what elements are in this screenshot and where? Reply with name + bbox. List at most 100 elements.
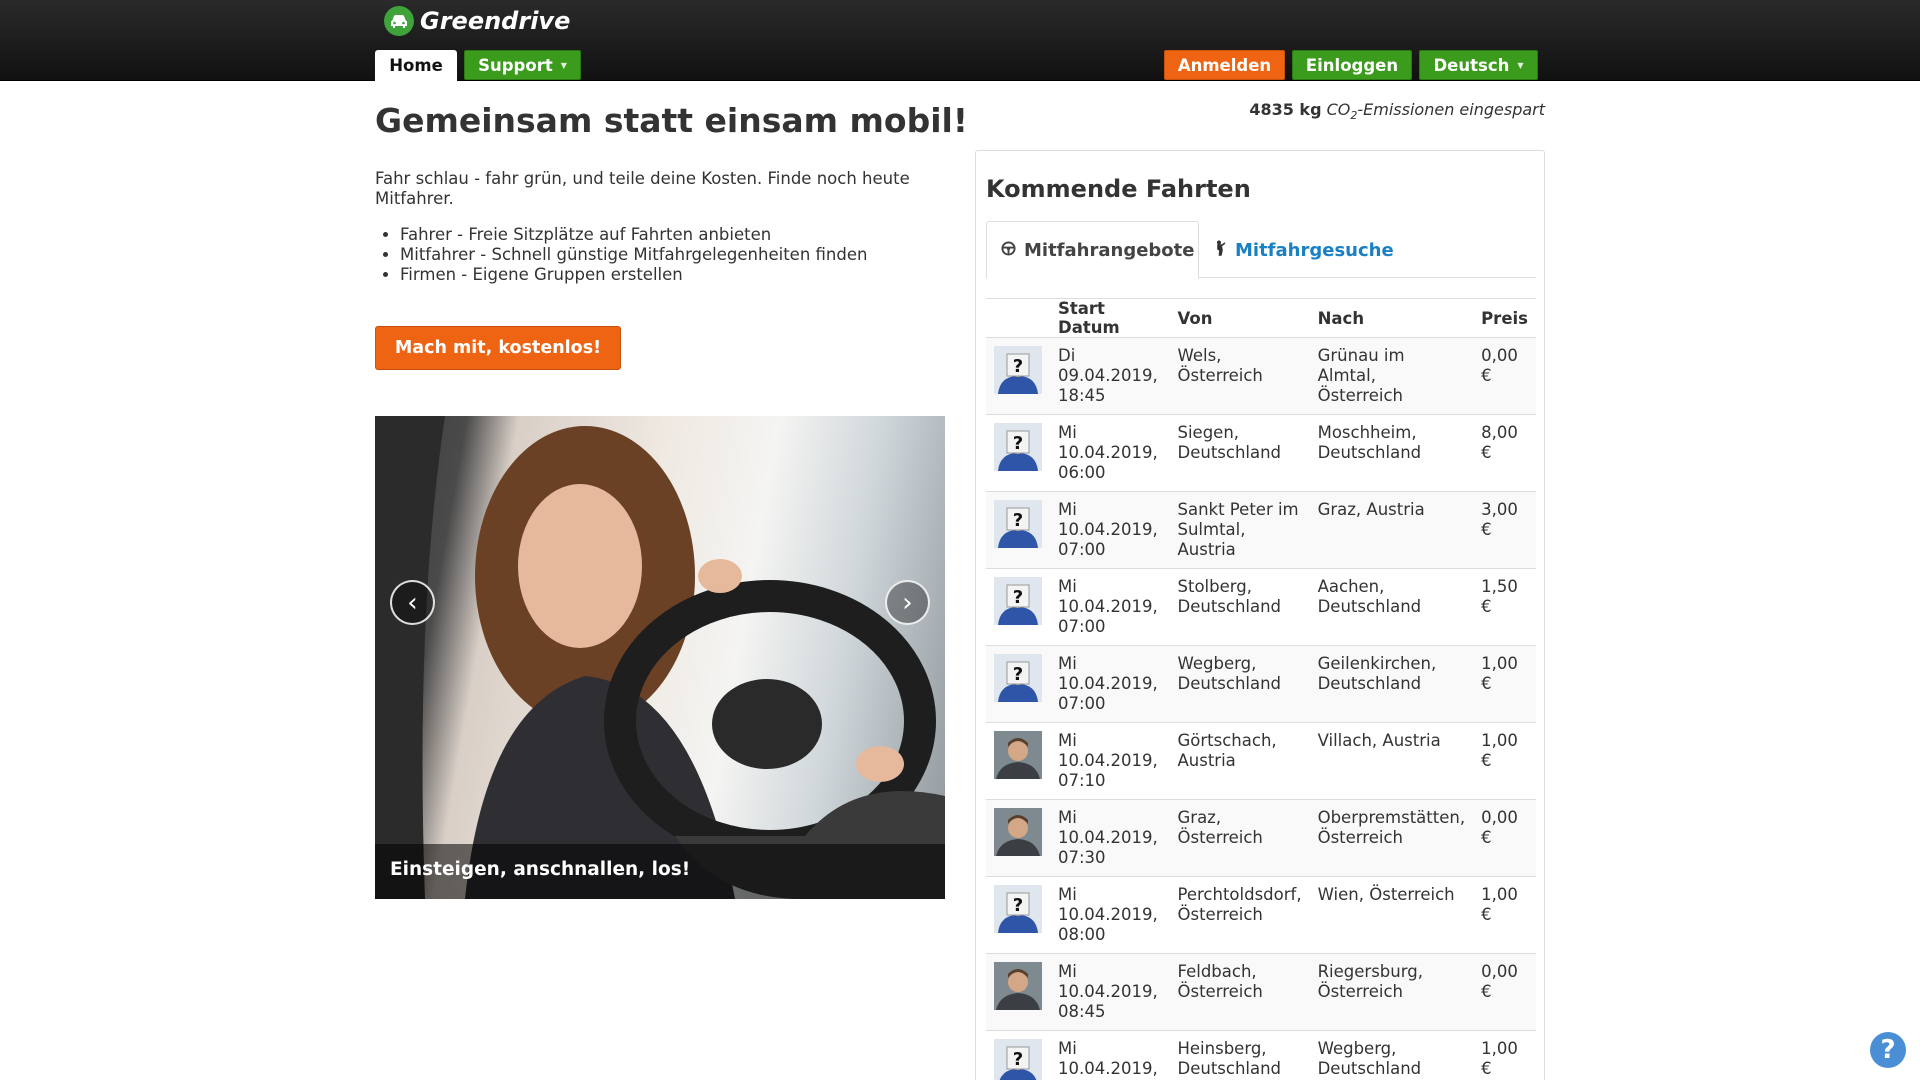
nav-support[interactable]: Support ▼ bbox=[464, 50, 581, 80]
ride-date: Mi 10.04.2019, 08:45 bbox=[1050, 953, 1170, 1031]
image-carousel[interactable]: ‹ › Einsteigen, anschnallen, los! bbox=[375, 416, 945, 899]
table-row[interactable]: Mi 10.04.2019, 07:10 Görtschach, Austria V… bbox=[986, 722, 1536, 800]
ride-to: Aachen, Deutschland bbox=[1309, 568, 1474, 646]
help-button[interactable]: ? bbox=[1870, 1032, 1906, 1068]
nav-support-label: Support bbox=[478, 55, 553, 75]
ride-date: Mi 10.04.2019, 07:00 bbox=[1050, 645, 1170, 723]
brand-name: Greendrive bbox=[420, 7, 571, 35]
avatar[interactable]: ? bbox=[994, 577, 1042, 625]
tab-offers[interactable]: Mitfahrangebote bbox=[986, 221, 1199, 279]
register-button[interactable]: Anmelden bbox=[1164, 50, 1285, 80]
ride-from: Graz, Österreich bbox=[1169, 799, 1310, 877]
table-row[interactable]: Mi 10.04.2019, 08:45 Feldbach, Österreich… bbox=[986, 953, 1536, 1031]
carousel-photo bbox=[375, 416, 945, 899]
avatar[interactable]: ? bbox=[994, 346, 1042, 394]
ride-price: 1,00 € bbox=[1473, 645, 1536, 723]
brand[interactable]: Greendrive bbox=[384, 6, 570, 36]
header-from: Von bbox=[1169, 298, 1310, 338]
ride-from: Perchtoldsdorf, Österreich bbox=[1169, 876, 1310, 954]
ride-tabs: Mitfahrangebote Mitfahrgesuche bbox=[986, 221, 1536, 279]
avatar bbox=[986, 722, 1050, 800]
ride-date: Mi 10.04.2019, bbox=[1050, 1030, 1170, 1080]
intro-text: Fahr schlau - fahr grün, und teile deine… bbox=[375, 169, 910, 208]
avatar: ? bbox=[986, 645, 1050, 723]
avatar[interactable]: ? bbox=[994, 423, 1042, 471]
ride-from: Stolberg, Deutschland bbox=[1169, 568, 1310, 646]
tab-offers-label: Mitfahrangebote bbox=[1024, 239, 1195, 261]
table-row[interactable]: ? Mi 10.04.2019, 07:00 Stolberg, Deutschla… bbox=[986, 568, 1536, 646]
table-row[interactable]: ? Di 09.04.2019, 18:45 Wels, Österreich Grü… bbox=[986, 337, 1536, 415]
avatar: ? bbox=[986, 337, 1050, 415]
steering-wheel-icon bbox=[1001, 240, 1016, 261]
feature-item: Mitfahrer - Schnell günstige Mitfahrgele… bbox=[400, 245, 867, 265]
ride-date: Mi 10.04.2019, 07:00 bbox=[1050, 491, 1170, 569]
ride-date: Mi 10.04.2019, 06:00 bbox=[1050, 414, 1170, 492]
avatar[interactable]: ? bbox=[994, 654, 1042, 702]
svg-text:?: ? bbox=[1013, 433, 1023, 454]
table-row[interactable]: ? Mi 10.04.2019, 07:00 Wegberg, Deutschlan… bbox=[986, 645, 1536, 723]
avatar[interactable]: ? bbox=[994, 1039, 1042, 1080]
rides-table: Start Datum Von Nach Preis ? Di 09.04.201… bbox=[986, 298, 1536, 1080]
tab-requests[interactable]: Mitfahrgesuche bbox=[1199, 221, 1408, 279]
table-row[interactable]: ? Mi 10.04.2019, Heinsberg, Deutschland Weg… bbox=[986, 1030, 1536, 1080]
feature-item: Fahrer - Freie Sitzplätze auf Fahrten an… bbox=[400, 225, 867, 245]
ride-from: Heinsberg, Deutschland bbox=[1169, 1030, 1310, 1080]
ride-to: Wien, Österreich bbox=[1309, 876, 1474, 954]
table-row[interactable]: Mi 10.04.2019, 07:30 Graz, Österreich Ober… bbox=[986, 799, 1536, 877]
ride-from: Siegen, Deutschland bbox=[1169, 414, 1310, 492]
carousel-prev-button[interactable]: ‹ bbox=[390, 580, 435, 625]
avatar[interactable]: ? bbox=[994, 885, 1042, 933]
join-free-button[interactable]: Mach mit, kostenlos! bbox=[375, 326, 621, 370]
ride-to: Riegersburg, Österreich bbox=[1309, 953, 1474, 1031]
co2-prefix: CO bbox=[1326, 100, 1351, 119]
language-select[interactable]: Deutsch ▼ bbox=[1419, 50, 1538, 80]
feature-list: Fahrer - Freie Sitzplätze auf Fahrten an… bbox=[400, 225, 867, 285]
ride-to: Oberpremstätten, Österreich bbox=[1309, 799, 1474, 877]
ride-to: Geilenkirchen, Deutschland bbox=[1309, 645, 1474, 723]
ride-price: 0,00 € bbox=[1473, 337, 1536, 415]
avatar[interactable] bbox=[994, 808, 1042, 856]
header-avatar bbox=[986, 298, 1050, 338]
hitchhiker-icon bbox=[1213, 240, 1227, 261]
table-row[interactable]: ? Mi 10.04.2019, 08:00 Perchtoldsdorf, Öst… bbox=[986, 876, 1536, 954]
caret-down-icon: ▼ bbox=[1517, 60, 1524, 70]
table-row[interactable]: ? Mi 10.04.2019, 06:00 Siegen, Deutschland… bbox=[986, 414, 1536, 492]
avatar bbox=[986, 799, 1050, 877]
avatar[interactable]: ? bbox=[994, 500, 1042, 548]
header-price: Preis bbox=[1473, 298, 1536, 338]
ride-date: Di 09.04.2019, 18:45 bbox=[1050, 337, 1170, 415]
nav-home[interactable]: Home bbox=[375, 50, 457, 81]
avatar: ? bbox=[986, 491, 1050, 569]
co2-value: 4835 kg bbox=[1249, 100, 1322, 119]
top-navbar: Greendrive Home Support ▼ Anmelden Einlo… bbox=[0, 0, 1920, 81]
ride-from: Görtschach, Austria bbox=[1169, 722, 1310, 800]
carousel-next-button[interactable]: › bbox=[885, 580, 930, 625]
svg-text:?: ? bbox=[1013, 1049, 1023, 1070]
svg-text:?: ? bbox=[1013, 510, 1023, 531]
car-icon bbox=[384, 6, 414, 36]
ride-to: Graz, Austria bbox=[1309, 491, 1474, 569]
ride-date: Mi 10.04.2019, 07:10 bbox=[1050, 722, 1170, 800]
ride-date: Mi 10.04.2019, 07:30 bbox=[1050, 799, 1170, 877]
table-header-row: Start Datum Von Nach Preis bbox=[986, 298, 1536, 338]
svg-text:?: ? bbox=[1013, 587, 1023, 608]
carousel-caption: Einsteigen, anschnallen, los! bbox=[375, 844, 945, 899]
avatar bbox=[986, 953, 1050, 1031]
avatar: ? bbox=[986, 568, 1050, 646]
ride-from: Feldbach, Österreich bbox=[1169, 953, 1310, 1031]
tab-requests-label: Mitfahrgesuche bbox=[1235, 239, 1394, 261]
ride-from: Wels, Österreich bbox=[1169, 337, 1310, 415]
avatar[interactable] bbox=[994, 962, 1042, 1010]
ride-to: Moschheim, Deutschland bbox=[1309, 414, 1474, 492]
ride-price: 0,00 € bbox=[1473, 953, 1536, 1031]
ride-from: Wegberg, Deutschland bbox=[1169, 645, 1310, 723]
svg-text:?: ? bbox=[1013, 356, 1023, 377]
avatar[interactable] bbox=[994, 731, 1042, 779]
feature-item: Firmen - Eigene Gruppen erstellen bbox=[400, 265, 867, 285]
upcoming-rides-panel: Kommende Fahrten Mitfahrangebote Mitfahr… bbox=[975, 150, 1545, 1080]
login-button[interactable]: Einloggen bbox=[1292, 50, 1412, 80]
table-row[interactable]: ? Mi 10.04.2019, 07:00 Sankt Peter im Sulm… bbox=[986, 491, 1536, 569]
ride-price: 1,00 € bbox=[1473, 722, 1536, 800]
caret-down-icon: ▼ bbox=[560, 60, 567, 70]
ride-price: 1,00 € bbox=[1473, 876, 1536, 954]
